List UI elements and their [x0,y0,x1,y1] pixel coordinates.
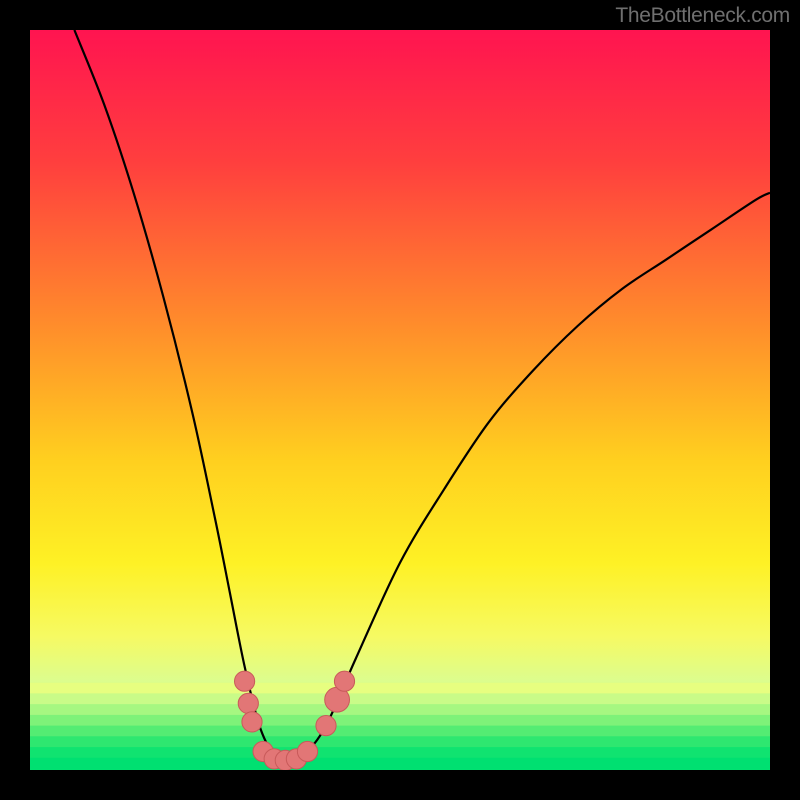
gradient-background [30,30,770,770]
chart-svg [30,30,770,770]
green-band-group [30,683,770,770]
curve-marker [334,671,354,691]
plot-area [30,30,770,770]
watermark-text: TheBottleneck.com [615,4,790,28]
curve-marker [297,741,317,761]
curve-marker [235,671,255,691]
curve-marker [238,693,258,713]
curve-marker [242,712,262,732]
curve-marker [316,716,336,736]
chart-frame: TheBottleneck.com [0,0,800,800]
